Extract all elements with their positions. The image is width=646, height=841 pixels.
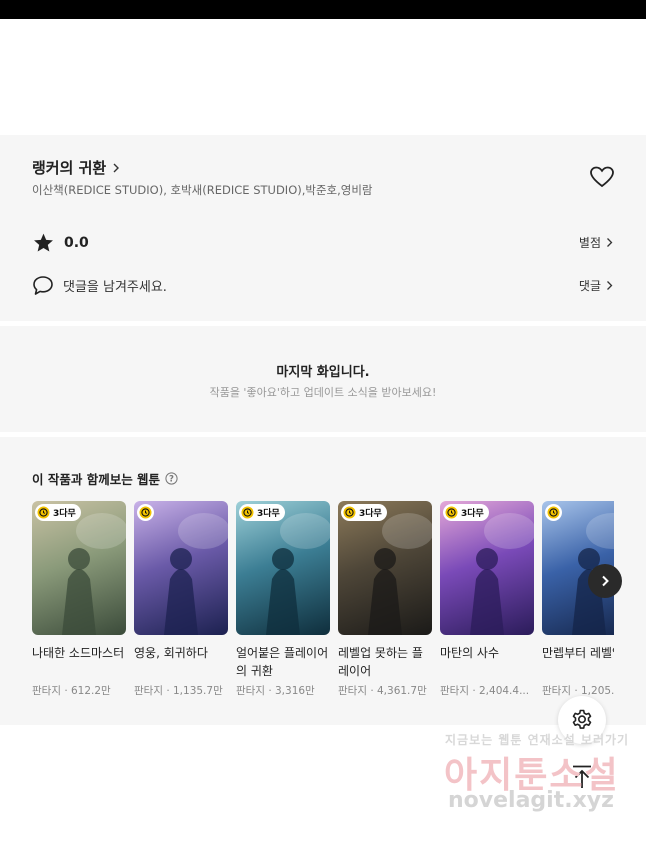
comment-prompt: 댓글을 남겨주세요. <box>63 280 167 295</box>
wait-free-badge: 3다무 <box>443 504 489 521</box>
last-episode-subtitle: 작품을 '좋아요'하고 업데이트 소식을 받아보세요! <box>209 386 437 399</box>
recommendations-heading: 이 작품과 함께보는 웹툰 ? <box>32 469 178 488</box>
webtoon-meta: 판타지 · 612.2만 <box>32 685 111 697</box>
arrow-up-icon[interactable] <box>570 764 594 790</box>
chevron-right-icon <box>113 163 120 172</box>
webtoon-thumbnail[interactable]: 3다무 <box>236 501 330 635</box>
webtoon-title: 영웅, 회귀하다 <box>134 646 208 660</box>
last-episode-notice: 마지막 화입니다. 작품을 '좋아요'하고 업데이트 소식을 받아보세요! <box>0 326 646 432</box>
heart-icon[interactable] <box>589 165 615 189</box>
svg-text:?: ? <box>169 474 174 484</box>
comment-prompt-row[interactable]: 댓글을 남겨주세요. <box>32 275 167 296</box>
recommendations-title: 이 작품과 함께보는 웹툰 <box>32 472 161 487</box>
webtoon-title: 레벨업 못하는 플레이어 <box>338 646 423 678</box>
work-authors: 이산책(REDICE STUDIO), 호박새(REDICE STUDIO),박… <box>32 183 373 197</box>
webtoon-thumbnail[interactable]: 3다무 <box>32 501 126 635</box>
clock-icon <box>445 506 458 519</box>
webtoon-title: 나태한 소드마스터 <box>32 646 125 660</box>
recommendation-carousel: 3다무 나태한 소드마스터 판타지 · 612.2만 영웅, 회귀하다 판타지 · 1,… <box>32 501 614 721</box>
webtoon-card[interactable]: 3다무나태한 소드마스터판타지 · 612.2만 <box>32 501 126 698</box>
webtoon-card[interactable]: 3다무레벨업 못하는 플레이어판타지 · 4,361.7만 <box>338 501 432 698</box>
work-title-link[interactable]: 랭커의 귀환 <box>32 157 122 178</box>
webtoon-title: 마탄의 사수 <box>440 646 500 660</box>
webtoon-thumbnail[interactable]: 3다무 <box>440 501 534 635</box>
watermark-line3: novelagit.xyz <box>448 788 614 813</box>
clock-icon <box>37 506 50 519</box>
webtoon-meta: 판타지 · 4,361.7만 <box>338 685 427 697</box>
chevron-right-icon <box>607 238 613 247</box>
webtoon-title: 얼어붙은 플레이어의 귀환 <box>236 646 329 678</box>
webtoon-thumbnail[interactable] <box>134 501 228 635</box>
webtoon-card[interactable]: 만렙부터 레벨업판타지 · 1,205.6... <box>542 501 614 698</box>
webtoon-title: 만렙부터 레벨업 <box>542 646 614 660</box>
top-banner <box>0 0 646 19</box>
webtoon-meta: 판타지 · 1,135.7만 <box>134 685 223 697</box>
webtoon-thumbnail[interactable]: 3다무 <box>338 501 432 635</box>
webtoon-meta: 판타지 · 2,404.4... <box>440 685 530 697</box>
badge-label: 3다무 <box>53 509 76 519</box>
clock-icon <box>343 506 356 519</box>
chevron-right-icon <box>607 281 613 290</box>
rating-value: 0.0 <box>64 235 89 251</box>
wait-free-badge: 3다무 <box>239 504 285 521</box>
work-title: 랭커의 귀환 <box>32 159 107 177</box>
rate-label: 별점 <box>578 236 601 250</box>
webtoon-card[interactable]: 영웅, 회귀하다판타지 · 1,135.7만 <box>134 501 228 698</box>
carousel-next-button[interactable] <box>588 564 622 598</box>
chevron-right-icon <box>602 575 609 587</box>
star-icon <box>34 233 53 252</box>
comments-label: 댓글 <box>578 279 601 293</box>
clock-icon <box>137 504 154 521</box>
comments-button[interactable]: 댓글 <box>579 277 614 294</box>
clock-icon <box>241 506 254 519</box>
webtoon-card[interactable]: 3다무얼어붙은 플레이어의 귀환판타지 · 3,316만 <box>236 501 330 698</box>
wait-free-badge: 3다무 <box>35 504 81 521</box>
badge-label: 3다무 <box>257 509 280 519</box>
webtoon-meta: 판타지 · 3,316만 <box>236 685 315 697</box>
rate-button[interactable]: 별점 <box>579 234 614 251</box>
wait-free-badge: 3다무 <box>341 504 387 521</box>
work-info-panel: 랭커의 귀환 이산책(REDICE STUDIO), 호박새(REDICE ST… <box>0 135 646 321</box>
ad-space <box>0 19 646 135</box>
webtoon-card[interactable]: 3다무마탄의 사수판타지 · 2,404.4... <box>440 501 534 698</box>
rating-display: 0.0 <box>32 232 89 254</box>
question-circle-icon[interactable]: ? <box>165 472 178 485</box>
recommendations-section: 이 작품과 함께보는 웹툰 ? 3다무나태한 소드마스터판타지 · 612.2만… <box>0 437 646 725</box>
last-episode-title: 마지막 화입니다. <box>276 365 370 380</box>
speech-bubble-icon <box>33 276 53 295</box>
clock-icon <box>545 504 562 521</box>
badge-label: 3다무 <box>359 509 382 519</box>
gear-icon <box>572 709 592 729</box>
badge-label: 3다무 <box>461 509 484 519</box>
watermark: 지금보는 웹툰 연재소설 보러가기 아지툰소설 novelagit.xyz <box>440 730 640 825</box>
settings-button[interactable] <box>558 696 606 744</box>
